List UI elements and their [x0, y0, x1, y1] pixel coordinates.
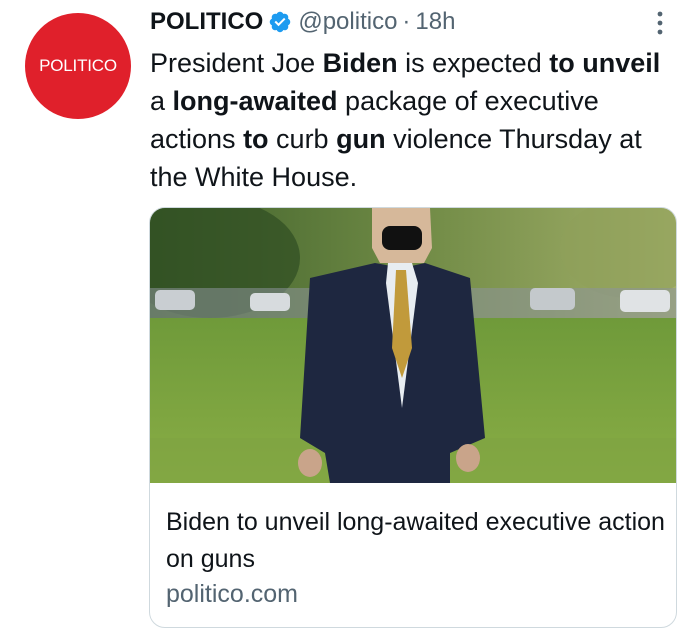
author-name[interactable]: POLITICO [150, 8, 263, 36]
tweet-timestamp[interactable]: 18h [415, 8, 455, 36]
card-image [150, 208, 676, 483]
tweet-text-run: curb [268, 124, 337, 154]
tweet-text-run: President Joe [150, 48, 323, 78]
tweet-text-bold-run: to [549, 48, 575, 78]
header-separator: · [402, 8, 411, 35]
tweet-text-run: a [150, 86, 173, 116]
tweet-text-bold-run: gun [336, 124, 386, 154]
tweet[interactable]: POLITICO POLITICO @politico · 18h Presid… [0, 0, 700, 636]
tweet-text-bold-run: Biden [322, 48, 398, 78]
more-vertical-icon[interactable] [654, 10, 666, 36]
tweet-text-bold-run: to [243, 124, 269, 154]
verified-badge-icon [270, 11, 291, 33]
card-title[interactable]: Biden to unveil long-awaited executive a… [166, 504, 666, 578]
author-handle[interactable]: @politico [298, 8, 397, 36]
tweet-header: POLITICO @politico · 18h [150, 6, 455, 38]
tweet-text-bold-run: unveil [582, 48, 661, 78]
tweet-text-run: is expected [397, 48, 550, 78]
tweet-text: President Joe Biden is expected to unvei… [150, 44, 670, 196]
avatar[interactable]: POLITICO [25, 13, 131, 119]
tweet-text-bold-run: long-awaited [172, 86, 338, 116]
avatar-logo-text: POLITICO [39, 56, 117, 75]
card-domain[interactable]: politico.com [166, 580, 298, 609]
link-card[interactable]: Biden to unveil long-awaited executive a… [149, 207, 677, 628]
